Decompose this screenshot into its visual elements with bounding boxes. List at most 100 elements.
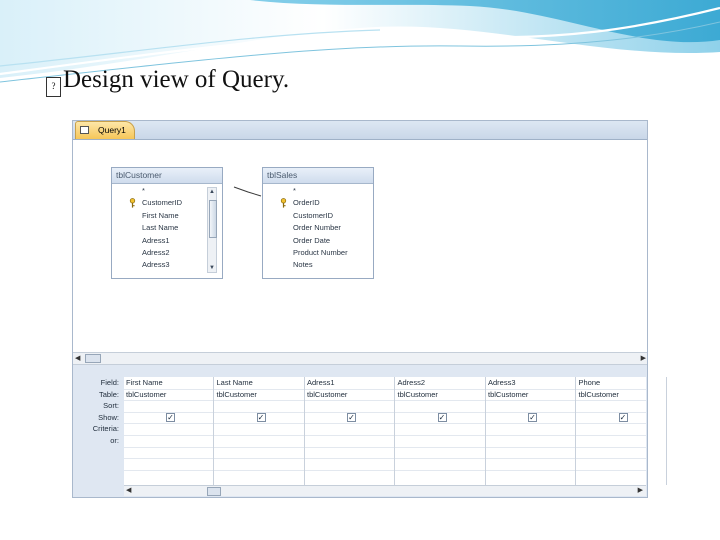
show-checkbox[interactable]: ✓ <box>166 412 175 422</box>
scroll-right-icon[interactable]: ▶ <box>638 486 643 494</box>
field-cell[interactable]: Phone <box>577 377 666 389</box>
or-cell[interactable] <box>305 435 394 447</box>
field-cell[interactable]: Adress2 <box>396 377 485 389</box>
field-cell[interactable]: Last Name <box>215 377 304 389</box>
field-name: OrderID <box>293 198 320 208</box>
field-cell[interactable]: Adress1 <box>305 377 394 389</box>
field-list: * OrderID CustomerID Order Number Order Date… <box>267 185 356 272</box>
grid-column: First Name tblCustomer ✓ <box>124 377 214 485</box>
field-name: Last Name <box>142 223 179 233</box>
grid-column: Adress3 tblCustomer ✓ <box>486 377 576 485</box>
grid-column: Phone tblCustomer ✓ <box>577 377 667 485</box>
field-name: Order Number <box>293 223 341 233</box>
field-list: * CustomerID First Name Last Name Adress1 Adr… <box>116 185 205 272</box>
table-cell[interactable]: tblCustomer <box>396 389 485 401</box>
show-cell: ✓ <box>486 412 575 424</box>
show-cell: ✓ <box>124 412 213 424</box>
criteria-cell[interactable] <box>396 423 485 435</box>
scroll-right-icon[interactable]: ▶ <box>641 354 646 362</box>
show-checkbox[interactable]: ✓ <box>528 412 537 422</box>
field-item[interactable]: Notes <box>267 259 356 271</box>
sort-cell[interactable] <box>124 400 213 412</box>
scroll-thumb[interactable] <box>209 200 217 238</box>
or-cell[interactable] <box>577 435 666 447</box>
field-name: Adress1 <box>142 235 170 245</box>
table-pane: tblCustomer * CustomerID First Name Last Na… <box>73 140 647 352</box>
scroll-down-icon[interactable]: ▼ <box>209 265 215 271</box>
field-name: Product Number <box>293 247 348 257</box>
field-item[interactable]: First Name <box>116 210 205 222</box>
sort-cell[interactable] <box>396 400 485 412</box>
query-icon <box>80 126 89 134</box>
table-cell[interactable]: tblCustomer <box>124 389 213 401</box>
show-checkbox[interactable]: ✓ <box>347 412 356 422</box>
grid-row-label: Show: <box>98 412 119 422</box>
or-cell[interactable] <box>486 435 575 447</box>
table-cell[interactable]: tblCustomer <box>305 389 394 401</box>
grid-column: Adress1 tblCustomer ✓ <box>305 377 395 485</box>
sort-cell[interactable] <box>215 400 304 412</box>
sort-cell[interactable] <box>305 400 394 412</box>
table-cell[interactable]: tblCustomer <box>486 389 575 401</box>
design-grid-pane: Field: Table: Sort: Show: Criteria: or: First… <box>73 365 667 497</box>
criteria-cell[interactable] <box>124 423 213 435</box>
criteria-cell[interactable] <box>577 423 666 435</box>
primary-key-icon <box>280 198 287 208</box>
field-item[interactable]: Order Date <box>267 235 356 247</box>
field-cell[interactable]: Adress3 <box>486 377 575 389</box>
grid-row-label: Table: <box>98 389 119 399</box>
show-checkbox[interactable]: ✓ <box>437 412 447 422</box>
slide-title-text: Design view of Query. <box>63 66 290 93</box>
table-pane-hscrollbar[interactable]: ◀ ▶ <box>73 352 647 365</box>
field-item[interactable]: Order Number <box>267 222 356 234</box>
table-title[interactable]: tblCustomer <box>112 168 222 184</box>
or-cell[interactable] <box>396 435 485 447</box>
field-item[interactable]: CustomerID <box>116 197 205 209</box>
scroll-up-icon[interactable]: ▲ <box>209 189 215 195</box>
table-title[interactable]: tblSales <box>263 168 373 184</box>
sort-cell[interactable] <box>486 400 575 412</box>
criteria-cell[interactable] <box>215 423 304 435</box>
field-name: Order Date <box>293 235 331 245</box>
table-cell[interactable]: tblCustomer <box>215 389 304 401</box>
field-list-scrollbar[interactable]: ▲ ▼ <box>207 187 217 273</box>
criteria-cell[interactable] <box>486 423 575 435</box>
grid-row-label: Sort: <box>103 401 119 411</box>
placeholder-glyph-icon: ? <box>46 77 61 97</box>
grid-row-label: or: <box>110 435 119 445</box>
field-item[interactable]: Product Number <box>267 247 356 259</box>
field-item[interactable]: OrderID <box>267 197 356 209</box>
primary-key-icon <box>129 198 136 208</box>
scroll-thumb[interactable] <box>207 487 221 496</box>
table-box-tblcustomer[interactable]: tblCustomer * CustomerID First Name Last Na… <box>111 167 223 279</box>
show-checkbox[interactable]: ✓ <box>618 412 628 422</box>
field-item[interactable]: Adress1 <box>116 235 205 247</box>
grid-row-label: Field: <box>100 378 119 387</box>
field-name: * <box>293 186 296 195</box>
field-item[interactable]: * <box>267 185 356 197</box>
field-item[interactable]: Last Name <box>116 222 205 234</box>
scroll-left-icon[interactable]: ◀ <box>126 486 131 494</box>
table-box-tblsales[interactable]: tblSales * OrderID CustomerID Order Number O… <box>262 167 374 279</box>
field-item[interactable]: * <box>116 185 205 197</box>
show-cell: ✓ <box>305 412 394 424</box>
grid-column: Last Name tblCustomer ✓ <box>215 377 305 485</box>
show-checkbox[interactable]: ✓ <box>256 412 266 422</box>
criteria-cell[interactable] <box>305 423 394 435</box>
field-name: Adress3 <box>142 260 170 270</box>
grid-column: Adress2 tblCustomer ✓ <box>396 377 486 485</box>
field-name: CustomerID <box>293 210 334 220</box>
scroll-thumb[interactable] <box>85 354 101 363</box>
or-cell[interactable] <box>215 435 304 447</box>
or-cell[interactable] <box>124 435 213 447</box>
field-item[interactable]: CustomerID <box>267 210 356 222</box>
field-cell[interactable]: First Name <box>124 377 213 389</box>
tab-query1[interactable]: Query1 <box>75 121 135 139</box>
sort-cell[interactable] <box>577 400 666 412</box>
field-item[interactable]: Adress2 <box>116 247 205 259</box>
scroll-left-icon[interactable]: ◀ <box>75 354 80 362</box>
field-name: Adress2 <box>142 247 170 257</box>
design-grid-hscrollbar[interactable]: ◀ ▶ <box>124 485 646 496</box>
field-item[interactable]: Adress3 <box>116 259 205 271</box>
table-cell[interactable]: tblCustomer <box>577 389 666 401</box>
